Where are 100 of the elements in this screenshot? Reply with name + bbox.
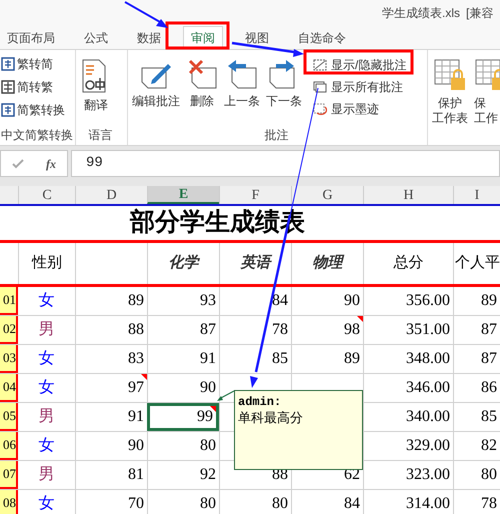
gender-cell-text: 女 [38, 291, 54, 311]
ribbon-tab[interactable]: 数据 [130, 26, 168, 49]
row-number: 03 [3, 349, 16, 368]
comment-author: admin: [238, 394, 282, 410]
table-cell-text: 329.00 [406, 436, 450, 456]
table-cell-text: 91 [128, 407, 144, 427]
row-number: 04 [3, 378, 16, 396]
table-cell-text: 89 [128, 291, 144, 311]
gender-cell-text: 女 [38, 436, 54, 456]
ribbon-button[interactable]: 保 工作 [471, 54, 500, 128]
table-cell-text: 346.00 [406, 378, 450, 398]
column-header[interactable]: H [363, 186, 453, 204]
group-label: 批注 [264, 127, 290, 144]
left-arrow-icon [226, 58, 258, 90]
column-header[interactable]: F [219, 186, 291, 204]
header-cell-text: 化学 [168, 254, 198, 274]
ribbon-button[interactable]: 下一条 [263, 54, 305, 128]
ink-icon [313, 103, 327, 115]
table-cell-text: 323.00 [406, 465, 450, 485]
ribbon-button[interactable]: 翻译 [77, 54, 115, 128]
gender-cell-text: 男 [38, 320, 54, 340]
ribbon-tab[interactable]: 页面布局 [0, 26, 62, 49]
row-number: 06 [3, 436, 16, 454]
table-cell-text: 70 [128, 494, 144, 514]
gender-cell-text: 男 [38, 465, 54, 485]
header-cell-text: 英语 [240, 253, 270, 274]
character-icon [1, 78, 15, 94]
table-cell-text: 83 [128, 349, 144, 369]
ribbon-button[interactable]: 显示墨迹 [309, 98, 410, 120]
header-cell-text: 性别 [32, 254, 62, 274]
ribbon-button[interactable]: 繁转简 [1, 52, 72, 75]
stacked-notes-icon [313, 81, 327, 93]
table-cell-text: 351.00 [406, 320, 450, 340]
table-cell-text: 80 [200, 494, 216, 514]
ribbon-tab[interactable]: 自选命令 [291, 26, 353, 49]
table-cell-text: 87 [481, 349, 497, 369]
table-cell-text: 97 [128, 378, 144, 398]
table-cell-text: 93 [200, 291, 216, 311]
table-cell-text: 340.00 [406, 407, 450, 427]
ribbon-button[interactable]: 保护 工作表 [429, 54, 471, 128]
table-cell-text: 80 [272, 494, 288, 514]
group-label: 中文简繁转换 [1, 127, 72, 144]
group-label: 语言 [88, 127, 114, 144]
lock-sheet-icon [433, 58, 467, 92]
ribbon-tab[interactable]: 审阅 [183, 26, 223, 49]
gender-cell-text: 女 [38, 378, 54, 398]
table-cell-text: 78 [481, 494, 497, 514]
note-icon [313, 59, 327, 71]
row-number: 02 [3, 320, 16, 338]
ribbon-button[interactable]: 上一条 [221, 54, 263, 128]
column-header[interactable]: I [453, 186, 500, 204]
table-cell-text: 84 [272, 291, 288, 311]
ribbon-tab[interactable]: 公式 [77, 26, 115, 49]
table-cell-text: 98 [344, 320, 360, 340]
check-icon[interactable] [12, 158, 24, 168]
highlight-frame [166, 22, 230, 50]
table-cell-text: 348.00 [406, 349, 450, 369]
table-cell-text: 90 [344, 291, 360, 311]
table-cell-text: 84 [344, 494, 360, 514]
gender-cell-text: 女 [38, 494, 54, 514]
delete-note-icon [186, 58, 218, 90]
gender-cell-text: 女 [38, 349, 54, 369]
window-title: 学生成绩表.xls [382, 5, 460, 22]
table-cell-text: 314.00 [406, 494, 450, 514]
header-cell-text: 总分 [394, 254, 424, 274]
table-cell-text: 89 [481, 291, 497, 311]
ribbon-button[interactable]: 显示所有批注 [309, 76, 410, 98]
column-header[interactable]: G [291, 186, 363, 204]
table-cell-text: 80 [200, 436, 216, 456]
table-cell-text: 92 [200, 465, 216, 485]
ribbon-button[interactable]: 编辑批注 [129, 54, 183, 128]
table-cell-text: 78 [272, 320, 288, 340]
table-cell-text: 82 [481, 436, 497, 456]
table-cell-text: 356.00 [406, 291, 450, 311]
table-cell-text: 89 [344, 349, 360, 369]
column-header[interactable]: E [147, 186, 219, 204]
table-cell-text: 90 [128, 436, 144, 456]
function-button[interactable]: fx [46, 154, 56, 172]
column-header[interactable]: C [18, 186, 75, 204]
row-number: 01 [3, 291, 16, 310]
ribbon-button[interactable]: 简繁转换 [1, 98, 72, 121]
header-cell-text: 物理 [312, 254, 342, 274]
table-cell-text: 80 [481, 465, 497, 485]
annotation-arrow [124, 1, 168, 28]
character-icon [1, 102, 15, 118]
table-cell-text: 91 [200, 349, 216, 369]
ribbon-button[interactable]: 简转繁 [1, 75, 72, 98]
character-icon [1, 56, 15, 72]
table-cell-text: 85 [272, 349, 288, 369]
table-cell-text: 87 [481, 320, 497, 340]
header-cell-text: 个人平 [455, 254, 500, 274]
ribbon-tab[interactable]: 视图 [238, 26, 276, 49]
ribbon-button[interactable]: 显示/隐藏批注 [309, 54, 410, 76]
table-cell-text: 86 [481, 378, 497, 398]
ribbon-button[interactable]: 删除 [183, 54, 221, 128]
formula-input[interactable]: 99 [71, 150, 500, 177]
table-cell-text: 99 [197, 407, 213, 427]
row-number: 07 [3, 465, 16, 484]
table-cell-text: 81 [128, 465, 144, 485]
comment-text: 单科最高分 [238, 410, 304, 426]
